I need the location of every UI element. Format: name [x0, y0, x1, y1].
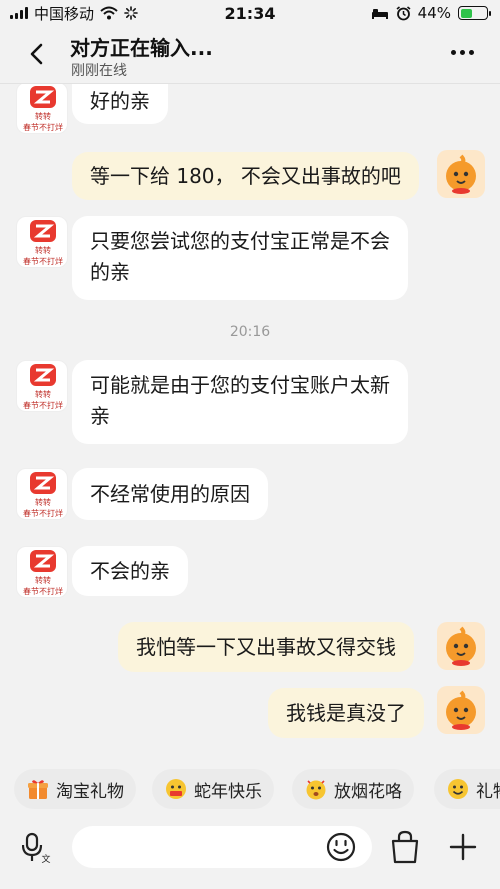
quick-reply-chips: 淘宝礼物 蛇年快乐 放烟花咯 礼物 — [0, 763, 500, 815]
signal-icon — [10, 7, 28, 19]
message-bubble-outgoing[interactable]: 我钱是真没了 — [268, 688, 424, 738]
message-text-line: 亲 — [90, 404, 110, 428]
svg-text:转转: 转转 — [35, 497, 51, 507]
voice-input-icon[interactable]: 文 — [22, 832, 52, 864]
svg-text:转转: 转转 — [35, 245, 51, 255]
message-bubble-outgoing[interactable]: 等一下给 180， 不会又出事故的吧 — [72, 152, 419, 200]
gift-icon — [28, 780, 48, 799]
chip-label: 淘宝礼物 — [56, 781, 124, 802]
svg-text:转转: 转转 — [35, 575, 51, 585]
message-bubble-outgoing[interactable]: 我怕等一下又出事故又得交钱 — [118, 622, 414, 672]
shop-avatar[interactable]: 转转 春节不打烊 — [16, 360, 68, 412]
svg-text:文: 文 — [41, 853, 50, 864]
message-text: 我怕等一下又出事故又得交钱 — [136, 635, 396, 659]
chip-gift[interactable]: 礼物 — [434, 769, 500, 809]
shopping-bag-icon[interactable] — [390, 830, 420, 864]
wifi-icon — [100, 6, 118, 20]
chat-header: 对方正在输入... 刚刚在线 — [0, 26, 500, 84]
user-avatar[interactable] — [437, 686, 485, 734]
chip-label: 蛇年快乐 — [194, 781, 262, 802]
message-text: 不经常使用的原因 — [90, 482, 250, 506]
chip-fireworks[interactable]: 放烟花咯 — [292, 769, 414, 809]
emoji-icon[interactable] — [326, 832, 356, 862]
user-avatar[interactable] — [437, 150, 485, 198]
chip-label: 礼物 — [476, 781, 500, 802]
back-arrow-icon[interactable] — [26, 42, 50, 66]
svg-text:春节不打烊: 春节不打烊 — [23, 256, 63, 266]
message-text: 等一下给 180， 不会又出事故的吧 — [90, 164, 401, 188]
shop-avatar[interactable]: 转转 春节不打烊 — [16, 546, 68, 598]
shop-avatar[interactable]: 转转 春节不打烊 — [16, 468, 68, 520]
smile-face-icon — [448, 779, 468, 799]
carrier-label: 中国移动 — [34, 4, 95, 23]
message-text-line: 可能就是由于您的支付宝账户太新 — [90, 373, 390, 397]
plus-icon[interactable] — [448, 832, 478, 862]
chat-title: 对方正在输入... — [70, 36, 213, 60]
firework-face-icon — [306, 780, 326, 800]
svg-text:春节不打烊: 春节不打烊 — [23, 586, 63, 596]
message-bubble-incoming[interactable]: 不会的亲 — [72, 546, 188, 596]
svg-text:转转: 转转 — [35, 111, 51, 121]
alarm-icon — [396, 5, 411, 20]
battery-icon — [458, 6, 491, 20]
chip-snake-year[interactable]: 蛇年快乐 — [152, 769, 274, 809]
battery-percent: 44% — [417, 4, 451, 22]
chat-message-list[interactable]: 转转 春节不打烊 好的亲 等一下给 180， 不会又出事故的吧 转转 春节不打烊… — [0, 84, 500, 754]
message-text-line: 的亲 — [90, 260, 130, 284]
message-bubble-incoming[interactable]: 好的亲 — [72, 84, 168, 124]
svg-text:转转: 转转 — [35, 389, 51, 399]
chip-taobao-gift[interactable]: 淘宝礼物 — [14, 769, 136, 809]
status-bar: 中国移动 21:34 44% — [0, 0, 500, 26]
shop-avatar[interactable]: 转转 春节不打烊 — [16, 216, 68, 268]
message-bubble-incoming[interactable]: 只要您尝试您的支付宝正常是不会 的亲 — [72, 216, 408, 300]
message-text: 我钱是真没了 — [286, 701, 406, 725]
svg-text:春节不打烊: 春节不打烊 — [23, 122, 63, 132]
chip-label: 放烟花咯 — [334, 781, 402, 802]
loading-icon — [124, 6, 138, 20]
message-text-line: 只要您尝试您的支付宝正常是不会 — [90, 229, 390, 253]
svg-text:春节不打烊: 春节不打烊 — [23, 400, 63, 410]
input-bar: 文 — [0, 818, 500, 889]
message-text: 不会的亲 — [90, 559, 170, 583]
message-bubble-incoming[interactable]: 不经常使用的原因 — [72, 468, 268, 520]
message-text: 好的亲 — [90, 89, 150, 113]
battery-fill — [460, 8, 472, 18]
message-bubble-incoming[interactable]: 可能就是由于您的支付宝账户太新 亲 — [72, 360, 408, 444]
online-status: 刚刚在线 — [71, 63, 127, 79]
message-timestamp: 20:16 — [229, 324, 271, 340]
bed-icon — [371, 9, 388, 19]
shop-avatar[interactable]: 转转 春节不打烊 — [16, 84, 68, 134]
more-options-icon[interactable] — [451, 50, 474, 55]
svg-text:春节不打烊: 春节不打烊 — [23, 508, 63, 518]
status-right: 44% — [371, 4, 491, 22]
status-left: 中国移动 — [10, 3, 138, 24]
user-avatar[interactable] — [437, 622, 485, 670]
happy-face-icon — [166, 779, 186, 799]
